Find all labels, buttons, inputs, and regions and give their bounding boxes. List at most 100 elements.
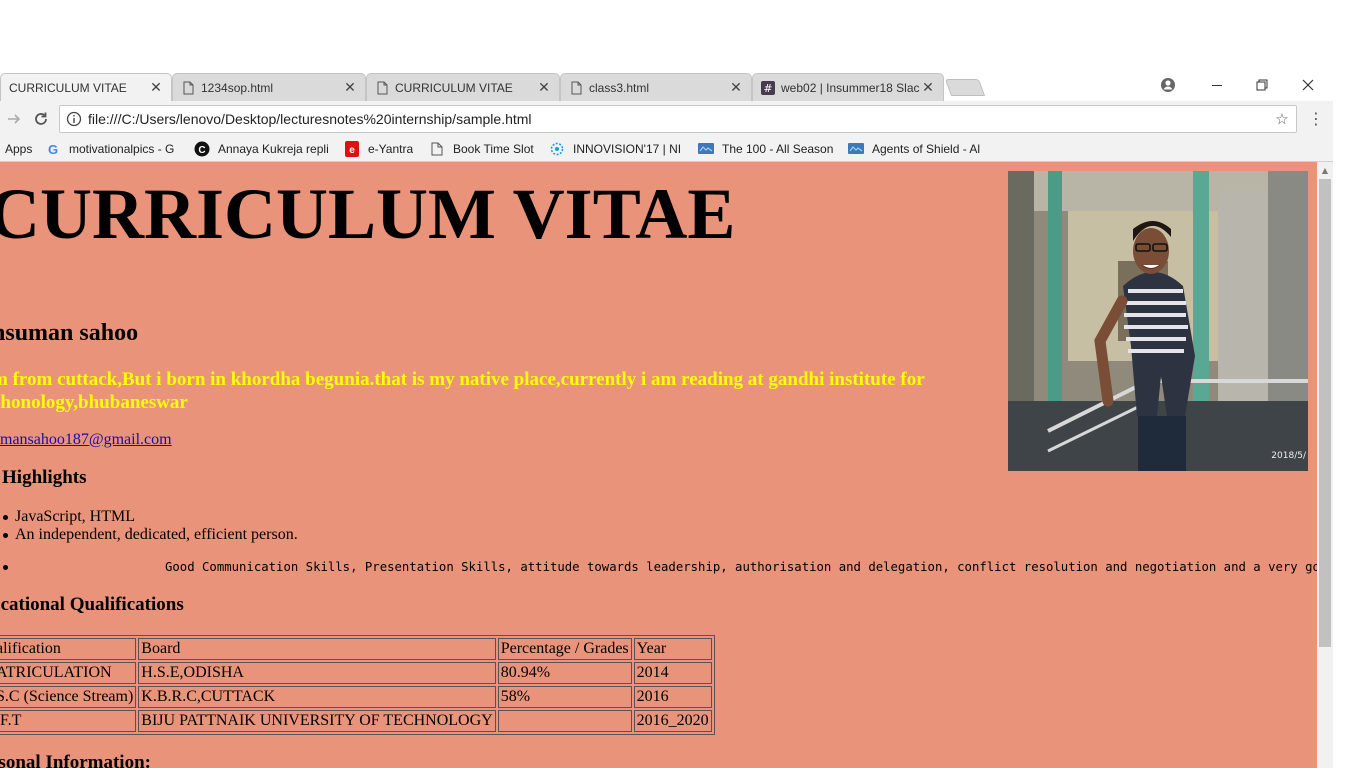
bookmark-motivationalpics[interactable]: G motivationalpics - G bbox=[45, 139, 181, 159]
personal-info-heading: rsonal Information: bbox=[0, 752, 151, 768]
tab-1234sop[interactable]: 1234sop.html ✕ bbox=[172, 73, 366, 101]
vertical-scrollbar[interactable]: ▲ bbox=[1317, 162, 1333, 768]
bookmark-label: INNOVISION'17 | NI bbox=[573, 142, 682, 156]
page-icon bbox=[429, 141, 445, 157]
tab-close-icon[interactable]: ✕ bbox=[921, 79, 935, 96]
gear-flower-icon bbox=[549, 141, 565, 157]
slack-hash-icon: # bbox=[761, 80, 775, 95]
table-cell: 58% bbox=[497, 686, 632, 708]
bookmarks-bar: Apps G motivationalpics - G C Annaya Kuk… bbox=[0, 135, 1333, 162]
table-header-row: alification Board Percentage / Grades Ye… bbox=[0, 638, 712, 660]
list-item: An independent, dedicated, efficient per… bbox=[0, 526, 298, 544]
bookmark-label: Apps bbox=[5, 142, 33, 156]
bookmark-innovision[interactable]: INNOVISION'17 | NI bbox=[549, 139, 685, 159]
bookmark-annaya[interactable]: C Annaya Kukreja repli bbox=[194, 139, 330, 159]
page-icon bbox=[571, 81, 582, 94]
toolbar: file:///C:/Users/lenovo/Desktop/lectures… bbox=[0, 101, 1333, 135]
reload-icon[interactable] bbox=[29, 107, 53, 131]
tab-title: class3.html bbox=[589, 80, 650, 95]
profile-photo: 2018/5/ bbox=[1008, 171, 1308, 471]
screen-right-blank bbox=[1333, 70, 1366, 768]
screen-top-blank bbox=[0, 0, 1366, 70]
tab-curriculum-vitae-active[interactable]: CURRICULUM VITAE ✕ bbox=[0, 73, 172, 101]
bookmark-apps[interactable]: Apps bbox=[5, 139, 32, 159]
table-header-cell: Percentage / Grades bbox=[497, 638, 632, 660]
info-icon[interactable] bbox=[66, 111, 82, 127]
bookmark-label: e-Yantra bbox=[368, 142, 414, 156]
qualifications-table: alification Board Percentage / Grades Ye… bbox=[0, 635, 715, 735]
eyantra-icon: e bbox=[344, 141, 360, 157]
table-header-cell: Year bbox=[633, 638, 712, 660]
person-name: nsuman sahoo bbox=[0, 320, 139, 346]
scroll-up-arrow-icon[interactable]: ▲ bbox=[1317, 162, 1333, 179]
close-window-button[interactable] bbox=[1285, 70, 1331, 100]
tab-close-icon[interactable]: ✕ bbox=[149, 79, 163, 96]
skills-list-item: Good Communication Skills, Presentation … bbox=[0, 558, 1317, 578]
tab-title: web02 | Insummer18 Slac bbox=[781, 80, 920, 95]
table-cell: H.S.E,ODISHA bbox=[138, 662, 496, 684]
table-header-cell: Board bbox=[138, 638, 496, 660]
page-icon bbox=[183, 81, 194, 94]
page-viewport: CURRICULUM VITAE 2018/5/ nsuman sahoo m … bbox=[0, 162, 1317, 768]
table-cell: K.B.R.C,CUTTACK bbox=[138, 686, 496, 708]
restore-button[interactable] bbox=[1239, 70, 1285, 100]
bookmark-label: Agents of Shield - Al bbox=[872, 142, 981, 156]
forward-arrow-icon[interactable] bbox=[2, 107, 26, 131]
tab-close-icon[interactable]: ✕ bbox=[343, 79, 357, 96]
email-link[interactable]: umansahoo187@gmail.com bbox=[0, 431, 172, 449]
svg-text:e: e bbox=[349, 145, 355, 156]
highlights-heading: / Highlights bbox=[0, 467, 87, 488]
scroll-thumb[interactable] bbox=[1319, 179, 1331, 647]
browser-chrome: CURRICULUM VITAE ✕ 1234sop.html ✕ CURRIC… bbox=[0, 70, 1333, 162]
minimize-button[interactable] bbox=[1194, 70, 1240, 100]
bookmark-label: motivationalpics - G bbox=[69, 142, 175, 156]
bookmark-star-icon[interactable]: ☆ bbox=[1268, 110, 1296, 128]
bookmark-label: Book Time Slot bbox=[453, 142, 534, 156]
bookmark-eyantra[interactable]: e e-Yantra bbox=[344, 139, 424, 159]
menu-dots-icon[interactable]: ⋮ bbox=[1306, 107, 1326, 131]
url-text[interactable]: file:///C:/Users/lenovo/Desktop/lectures… bbox=[88, 111, 1268, 127]
tab-strip: CURRICULUM VITAE ✕ 1234sop.html ✕ CURRIC… bbox=[0, 70, 1333, 101]
table-cell bbox=[497, 710, 632, 732]
table-cell: ATRICULATION bbox=[0, 662, 137, 684]
tv-icon bbox=[698, 141, 714, 157]
svg-text:#: # bbox=[763, 82, 772, 95]
bookmark-agents-of-shield[interactable]: Agents of Shield - Al bbox=[848, 139, 984, 159]
table-cell: .F.T bbox=[0, 710, 137, 732]
highlights-list: JavaScript, HTML An independent, dedicat… bbox=[0, 508, 298, 544]
profile-icon[interactable] bbox=[1145, 70, 1191, 100]
bookmark-label: Annaya Kukreja repli bbox=[218, 142, 329, 156]
bullet bbox=[3, 565, 8, 570]
tv-icon bbox=[848, 141, 864, 157]
table-cell: 2016_2020 bbox=[633, 710, 712, 732]
photo-date-stamp: 2018/5/ bbox=[1271, 451, 1307, 461]
tab-close-icon[interactable]: ✕ bbox=[729, 79, 743, 96]
table-row: ATRICULATION H.S.E,ODISHA 80.94% 2014 bbox=[0, 662, 712, 684]
table-row: .F.T BIJU PATTNAIK UNIVERSITY OF TECHNOL… bbox=[0, 710, 712, 732]
new-tab-button[interactable] bbox=[944, 79, 986, 96]
table-cell: BIJU PATTNAIK UNIVERSITY OF TECHNOLOGY bbox=[138, 710, 496, 732]
tab-close-icon[interactable]: ✕ bbox=[537, 79, 551, 96]
tab-curriculum-vitae[interactable]: CURRICULUM VITAE ✕ bbox=[366, 73, 560, 101]
about-text: m from cuttack,But i born in khordha beg… bbox=[0, 369, 925, 413]
svg-text:G: G bbox=[48, 142, 58, 156]
c-circle-icon: C bbox=[194, 141, 210, 157]
education-heading: ucational Qualifications bbox=[0, 594, 184, 615]
list-item: JavaScript, HTML bbox=[0, 508, 298, 526]
google-icon: G bbox=[45, 141, 61, 157]
table-row: S.C (Science Stream) K.B.R.C,CUTTACK 58%… bbox=[0, 686, 712, 708]
skills-text: Good Communication Skills, Presentation … bbox=[165, 560, 1317, 574]
bookmark-book-time-slot[interactable]: Book Time Slot bbox=[429, 139, 541, 159]
tab-title: CURRICULUM VITAE bbox=[9, 80, 127, 95]
bookmark-the-100[interactable]: The 100 - All Season bbox=[698, 139, 834, 159]
table-cell: 2016 bbox=[633, 686, 712, 708]
page-title: CURRICULUM VITAE bbox=[0, 174, 736, 254]
tab-title: CURRICULUM VITAE bbox=[395, 80, 513, 95]
table-cell: 80.94% bbox=[497, 662, 632, 684]
table-cell: S.C (Science Stream) bbox=[0, 686, 137, 708]
table-cell: 2014 bbox=[633, 662, 712, 684]
tab-web02-slack[interactable]: # web02 | Insummer18 Slac ✕ bbox=[752, 73, 944, 101]
bookmark-label: The 100 - All Season bbox=[722, 142, 834, 156]
address-bar[interactable]: file:///C:/Users/lenovo/Desktop/lectures… bbox=[59, 105, 1297, 133]
tab-class3[interactable]: class3.html ✕ bbox=[560, 73, 752, 101]
